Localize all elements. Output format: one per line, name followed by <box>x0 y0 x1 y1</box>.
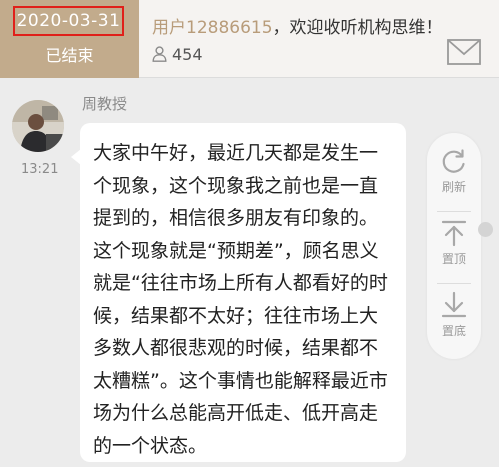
scroll-indicator[interactable] <box>478 222 493 237</box>
floating-toolbar: 刷新 置顶 置底 <box>427 133 481 359</box>
refresh-icon <box>442 149 465 173</box>
scroll-top-button[interactable]: 置顶 <box>427 219 481 279</box>
mail-icon[interactable] <box>447 39 481 65</box>
refresh-label: 刷新 <box>441 180 466 194</box>
refresh-button[interactable]: 刷新 <box>427 147 481 207</box>
welcome-greeting: ，欢迎收听机构思维！ <box>272 18 443 38</box>
avatar-image <box>12 100 64 152</box>
message-time: 13:21 <box>21 162 59 177</box>
scroll-bottom-button[interactable]: 置底 <box>427 291 481 351</box>
session-date: 2020-03-31 <box>13 6 124 36</box>
session-status: 已结束 <box>45 46 94 65</box>
message-text: 大家中午好，最近几天都是发生一个现象，这个现象我之前也是一直提到的，相信很多朋友… <box>93 142 388 457</box>
welcome-username: 用户12886615 <box>152 18 273 38</box>
session-status-block: 2020-03-31 已结束 <box>0 0 139 78</box>
person-icon <box>152 46 167 62</box>
speaker-avatar[interactable] <box>12 100 64 152</box>
speaker-name: 周教授 <box>82 95 128 113</box>
arrow-to-bottom-icon <box>441 291 467 318</box>
scroll-top-label: 置顶 <box>441 252 466 266</box>
toolbar-divider <box>437 283 471 284</box>
message-bubble[interactable]: 大家中午好，最近几天都是发生一个现象，这个现象我之前也是一直提到的，相信很多朋友… <box>71 123 406 462</box>
listener-count-row: 454 <box>152 44 203 64</box>
scroll-bottom-label: 置底 <box>441 324 466 338</box>
welcome-message: 用户12886615，欢迎收听机构思维！ <box>152 13 452 38</box>
toolbar-divider <box>437 211 471 212</box>
live-header: 2020-03-31 已结束 用户12886615，欢迎收听机构思维！ 454 <box>0 0 499 78</box>
arrow-to-top-icon <box>441 220 467 247</box>
listener-count: 454 <box>172 44 203 64</box>
